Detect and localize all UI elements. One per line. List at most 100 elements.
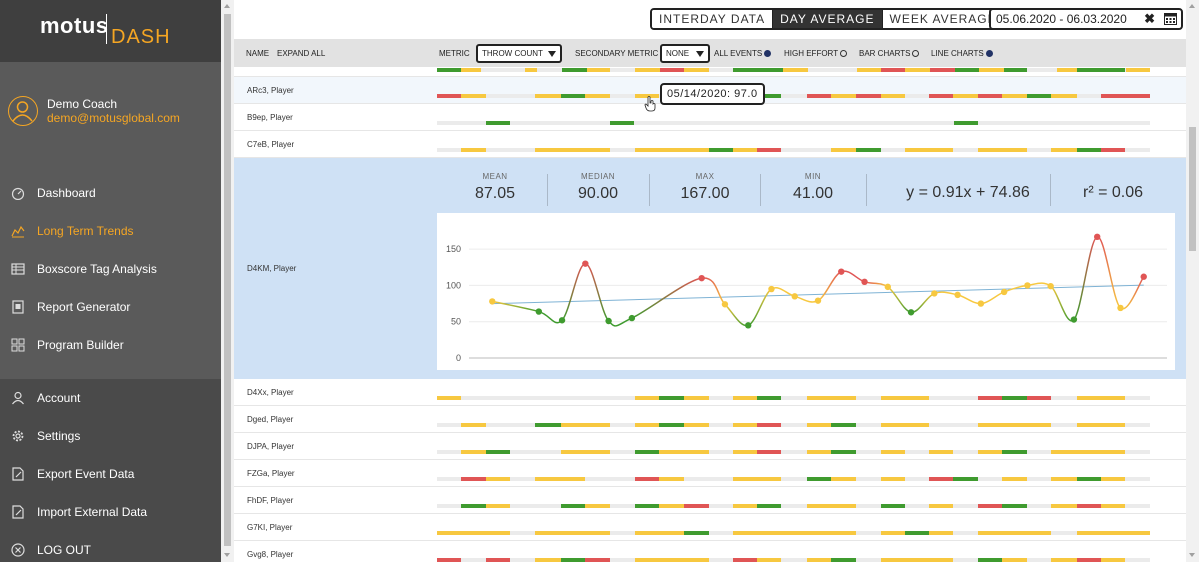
event-segment[interactable] bbox=[1051, 148, 1077, 152]
event-segment[interactable] bbox=[929, 558, 953, 562]
event-bar[interactable] bbox=[437, 558, 1150, 562]
event-segment[interactable] bbox=[905, 396, 929, 400]
event-segment[interactable] bbox=[635, 450, 659, 454]
event-segment[interactable] bbox=[437, 558, 461, 562]
event-segment[interactable] bbox=[659, 450, 684, 454]
event-segment[interactable] bbox=[1077, 148, 1101, 152]
event-segment[interactable] bbox=[461, 531, 486, 535]
event-segment[interactable] bbox=[1002, 396, 1027, 400]
event-segment[interactable] bbox=[684, 148, 709, 152]
nav-boxscore-tag-analysis[interactable]: Boxscore Tag Analysis bbox=[0, 250, 221, 288]
data-point[interactable] bbox=[861, 278, 868, 285]
event-segment[interactable] bbox=[587, 68, 610, 72]
event-segment[interactable] bbox=[978, 504, 1002, 508]
calendar-icon[interactable] bbox=[1164, 12, 1177, 25]
event-segment[interactable] bbox=[978, 450, 1002, 454]
event-segment[interactable] bbox=[733, 68, 759, 72]
event-segment[interactable] bbox=[1101, 450, 1125, 454]
event-segment[interactable] bbox=[561, 531, 585, 535]
nav-settings[interactable]: Settings bbox=[0, 417, 221, 455]
event-segment[interactable] bbox=[561, 450, 585, 454]
event-segment[interactable] bbox=[807, 558, 831, 562]
event-segment[interactable] bbox=[561, 504, 585, 508]
event-segment[interactable] bbox=[1002, 504, 1027, 508]
option-all-events[interactable]: ALL EVENTS bbox=[714, 49, 772, 58]
nav-log-out[interactable]: LOG OUT bbox=[0, 531, 221, 562]
event-segment[interactable] bbox=[955, 68, 979, 72]
nav-dashboard[interactable]: Dashboard bbox=[0, 174, 221, 212]
data-point[interactable] bbox=[838, 268, 845, 275]
event-segment[interactable] bbox=[953, 477, 978, 481]
event-segment[interactable] bbox=[978, 558, 1002, 562]
radio-checked-icon[interactable] bbox=[985, 50, 993, 57]
event-segment[interactable] bbox=[585, 504, 610, 508]
event-segment[interactable] bbox=[635, 423, 659, 427]
event-segment[interactable] bbox=[1002, 477, 1027, 481]
event-segment[interactable] bbox=[1051, 504, 1077, 508]
player-name[interactable]: FhDF, Player bbox=[247, 496, 293, 505]
event-segment[interactable] bbox=[807, 450, 831, 454]
event-segment[interactable] bbox=[1101, 477, 1125, 481]
event-segment[interactable] bbox=[831, 94, 856, 98]
scroll-down-arrow-icon[interactable] bbox=[1189, 553, 1195, 557]
expand-all-button[interactable]: EXPAND ALL bbox=[277, 49, 325, 58]
data-point[interactable] bbox=[1094, 233, 1101, 241]
event-segment[interactable] bbox=[1101, 148, 1125, 152]
event-segment[interactable] bbox=[1002, 94, 1027, 98]
event-segment[interactable] bbox=[905, 423, 929, 427]
event-segment[interactable] bbox=[1002, 450, 1027, 454]
event-segment[interactable] bbox=[881, 68, 907, 72]
event-segment[interactable] bbox=[1077, 423, 1101, 427]
event-segment[interactable] bbox=[857, 68, 881, 72]
event-segment[interactable] bbox=[585, 558, 610, 562]
event-segment[interactable] bbox=[1101, 396, 1125, 400]
data-point[interactable] bbox=[721, 301, 729, 308]
event-segment[interactable] bbox=[461, 504, 486, 508]
radio-checked-icon[interactable] bbox=[764, 50, 772, 57]
data-point[interactable] bbox=[1047, 282, 1054, 290]
data-point[interactable] bbox=[1140, 273, 1147, 280]
event-segment[interactable] bbox=[1101, 423, 1125, 427]
data-point[interactable] bbox=[1024, 282, 1031, 289]
event-segment[interactable] bbox=[659, 423, 684, 427]
event-segment[interactable] bbox=[660, 68, 684, 72]
table-row[interactable]: B9ep, Player bbox=[234, 104, 1186, 131]
event-segment[interactable] bbox=[783, 68, 808, 72]
data-point[interactable] bbox=[791, 293, 798, 300]
event-segment[interactable] bbox=[1077, 396, 1101, 400]
data-point[interactable] bbox=[931, 290, 938, 297]
event-segment[interactable] bbox=[585, 450, 610, 454]
table-row[interactable]: C7eB, Player bbox=[234, 131, 1186, 158]
event-segment[interactable] bbox=[1077, 450, 1101, 454]
event-segment[interactable] bbox=[930, 68, 955, 72]
event-segment[interactable] bbox=[461, 68, 481, 72]
player-name[interactable]: ARc3, Player bbox=[247, 86, 294, 95]
event-segment[interactable] bbox=[1051, 558, 1077, 562]
event-segment[interactable] bbox=[561, 423, 585, 427]
event-segment[interactable] bbox=[1101, 531, 1125, 535]
event-segment[interactable] bbox=[659, 477, 684, 481]
event-segment[interactable] bbox=[733, 504, 757, 508]
scrollbar-thumb[interactable] bbox=[224, 14, 231, 546]
data-point[interactable] bbox=[884, 283, 891, 291]
nav-export-event-data[interactable]: Export Event Data bbox=[0, 455, 221, 493]
event-segment[interactable] bbox=[437, 531, 461, 535]
event-segment[interactable] bbox=[461, 148, 486, 152]
event-segment[interactable] bbox=[757, 396, 781, 400]
table-row[interactable]: FZGa, Player bbox=[234, 460, 1186, 487]
event-segment[interactable] bbox=[684, 531, 709, 535]
event-segment[interactable] bbox=[979, 68, 1004, 72]
event-segment[interactable] bbox=[978, 423, 1002, 427]
event-segment[interactable] bbox=[881, 558, 905, 562]
player-name[interactable]: FZGa, Player bbox=[247, 469, 295, 478]
main-scrollbar[interactable] bbox=[1186, 0, 1199, 562]
event-segment[interactable] bbox=[561, 558, 585, 562]
event-segment[interactable] bbox=[1002, 558, 1027, 562]
event-bar[interactable] bbox=[437, 504, 1150, 508]
event-segment[interactable] bbox=[757, 423, 781, 427]
data-point[interactable] bbox=[954, 291, 961, 299]
event-segment[interactable] bbox=[486, 477, 510, 481]
event-segment[interactable] bbox=[757, 450, 781, 454]
event-segment[interactable] bbox=[535, 94, 561, 98]
event-segment[interactable] bbox=[437, 94, 461, 98]
